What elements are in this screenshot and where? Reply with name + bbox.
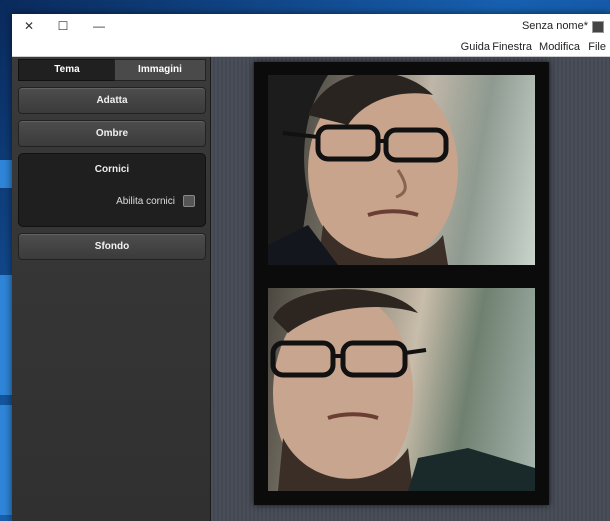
menu-modifica[interactable]: Modifica bbox=[539, 41, 580, 53]
photo-2[interactable] bbox=[268, 288, 535, 491]
tab-tema[interactable]: Tema bbox=[18, 59, 116, 81]
close-button[interactable]: ✕ bbox=[12, 14, 46, 38]
app-icon bbox=[592, 21, 604, 33]
tab-immagini[interactable]: Immagini bbox=[114, 59, 206, 81]
cornici-title[interactable]: Cornici bbox=[19, 164, 205, 175]
menu-file[interactable]: File bbox=[588, 41, 606, 53]
menu-bar: File Modifica Finestra Guida bbox=[12, 38, 610, 57]
abilita-cornici-label: Abilita cornici bbox=[116, 196, 175, 207]
canvas-area bbox=[211, 57, 610, 521]
abilita-cornici-checkbox[interactable] bbox=[183, 195, 195, 207]
app-window: ✕ ☐ — Senza nome* File Modifica Finestra… bbox=[12, 14, 610, 521]
photo-frame bbox=[254, 62, 549, 505]
photo-1[interactable] bbox=[268, 75, 535, 265]
tab-bar: Tema Immagini bbox=[18, 59, 206, 81]
minimize-button[interactable]: — bbox=[82, 14, 116, 38]
portrait-image bbox=[268, 75, 458, 265]
menu-guida[interactable]: Guida bbox=[461, 41, 490, 53]
menu-finestra[interactable]: Finestra bbox=[492, 41, 532, 53]
side-panel: Tema Immagini Adatta Ombre Cornici Abili… bbox=[12, 57, 211, 521]
maximize-button[interactable]: ☐ bbox=[46, 14, 80, 38]
ombre-button[interactable]: Ombre bbox=[18, 120, 206, 147]
adatta-button[interactable]: Adatta bbox=[18, 87, 206, 114]
cornici-panel: Cornici Abilita cornici bbox=[18, 153, 206, 227]
title-bar: ✕ ☐ — Senza nome* bbox=[12, 14, 610, 38]
sfondo-button[interactable]: Sfondo bbox=[18, 233, 206, 260]
portrait-image bbox=[270, 289, 535, 491]
window-title: Senza nome* bbox=[521, 20, 588, 32]
